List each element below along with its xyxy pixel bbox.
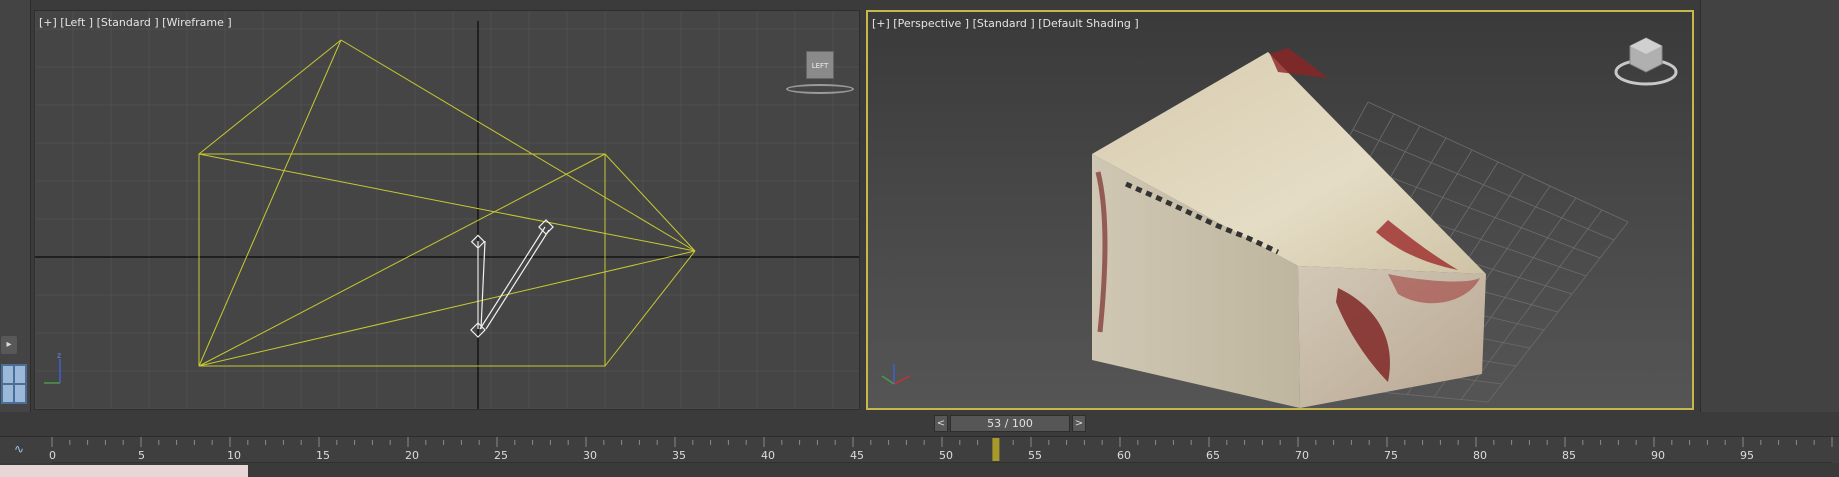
trackbar-tick-label: 25	[494, 449, 508, 462]
left-command-strip: ▸	[0, 0, 31, 412]
time-slider-thumb[interactable]: 53 / 100	[950, 415, 1070, 432]
trackbar-tick-label: 15	[316, 449, 330, 462]
viewport-left[interactable]: z [+] [Left ] [Standard ] [Wireframe ] L…	[34, 10, 860, 410]
trackbar-tick-label: 10	[227, 449, 241, 462]
trackbar-tick-label: 5	[138, 449, 145, 462]
time-slider[interactable]: < 53 / 100 >	[934, 415, 1086, 432]
viewcube-icon[interactable]: LEFT	[786, 51, 854, 101]
viewcube-icon[interactable]	[1614, 37, 1678, 86]
layout-icon[interactable]	[1, 364, 27, 404]
left-viewport-canvas: z	[35, 11, 859, 409]
prev-frame-button[interactable]: <	[934, 415, 948, 432]
viewport-label[interactable]: [+] [Perspective ] [Standard ] [Default …	[872, 17, 1139, 30]
trackbar-canvas: 0 5 10 15 20 25 30 35 40 45 50 55 60 65 70 75 80 85 90 95	[49, 437, 1833, 464]
viewport-label[interactable]: [+] [Left ] [Standard ] [Wireframe ]	[39, 16, 232, 29]
camera-frustum-wireframe	[198, 39, 696, 367]
trackbar-tick-label: 65	[1206, 449, 1220, 462]
textured-box	[1092, 48, 1486, 408]
camera-icon	[470, 219, 554, 338]
grid	[35, 11, 859, 409]
trackbar-tick-label: 35	[672, 449, 686, 462]
trackbar-tick-label: 95	[1740, 449, 1754, 462]
viewport-perspective[interactable]: [+] [Perspective ] [Standard ] [Default …	[866, 10, 1694, 410]
next-frame-button[interactable]: >	[1072, 415, 1086, 432]
trackbar-tick-label: 75	[1384, 449, 1398, 462]
viewcube-face[interactable]: LEFT	[806, 51, 834, 79]
trackbar-tick-label: 80	[1473, 449, 1487, 462]
trackbar-tick-label: 30	[583, 449, 597, 462]
current-frame-marker	[992, 438, 1000, 461]
trackbar-tick-label: 85	[1562, 449, 1576, 462]
command-input-field[interactable]	[0, 465, 248, 477]
trackbar-tick-label: 60	[1117, 449, 1131, 462]
viewcube-ring[interactable]	[786, 84, 854, 94]
perspective-viewport-canvas	[881, 37, 1678, 408]
trackbar-tick-label: 55	[1028, 449, 1042, 462]
expand-arrow-icon[interactable]: ▸	[1, 336, 17, 354]
status-bar	[0, 463, 1839, 477]
trackbar-tick-label: 70	[1295, 449, 1309, 462]
axis-tripod-icon: z	[44, 351, 61, 384]
svg-text:z: z	[57, 351, 61, 360]
right-command-panel	[1700, 0, 1839, 412]
trackbar-tick-label: 90	[1651, 449, 1665, 462]
trackbar-tick-label: 45	[850, 449, 864, 462]
trackbar[interactable]: ∿ 0 5 10 15 20 25 30 35 40 45 50 55 60 65 70 75 80 85 90 95	[0, 436, 1839, 464]
trackbar-tick-label: 50	[939, 449, 953, 462]
trackbar-tick-label: 40	[761, 449, 775, 462]
trackbar-tick-label: 20	[405, 449, 419, 462]
trackbar-tick-label: 0	[49, 449, 56, 462]
axis-tripod-icon	[881, 364, 911, 385]
